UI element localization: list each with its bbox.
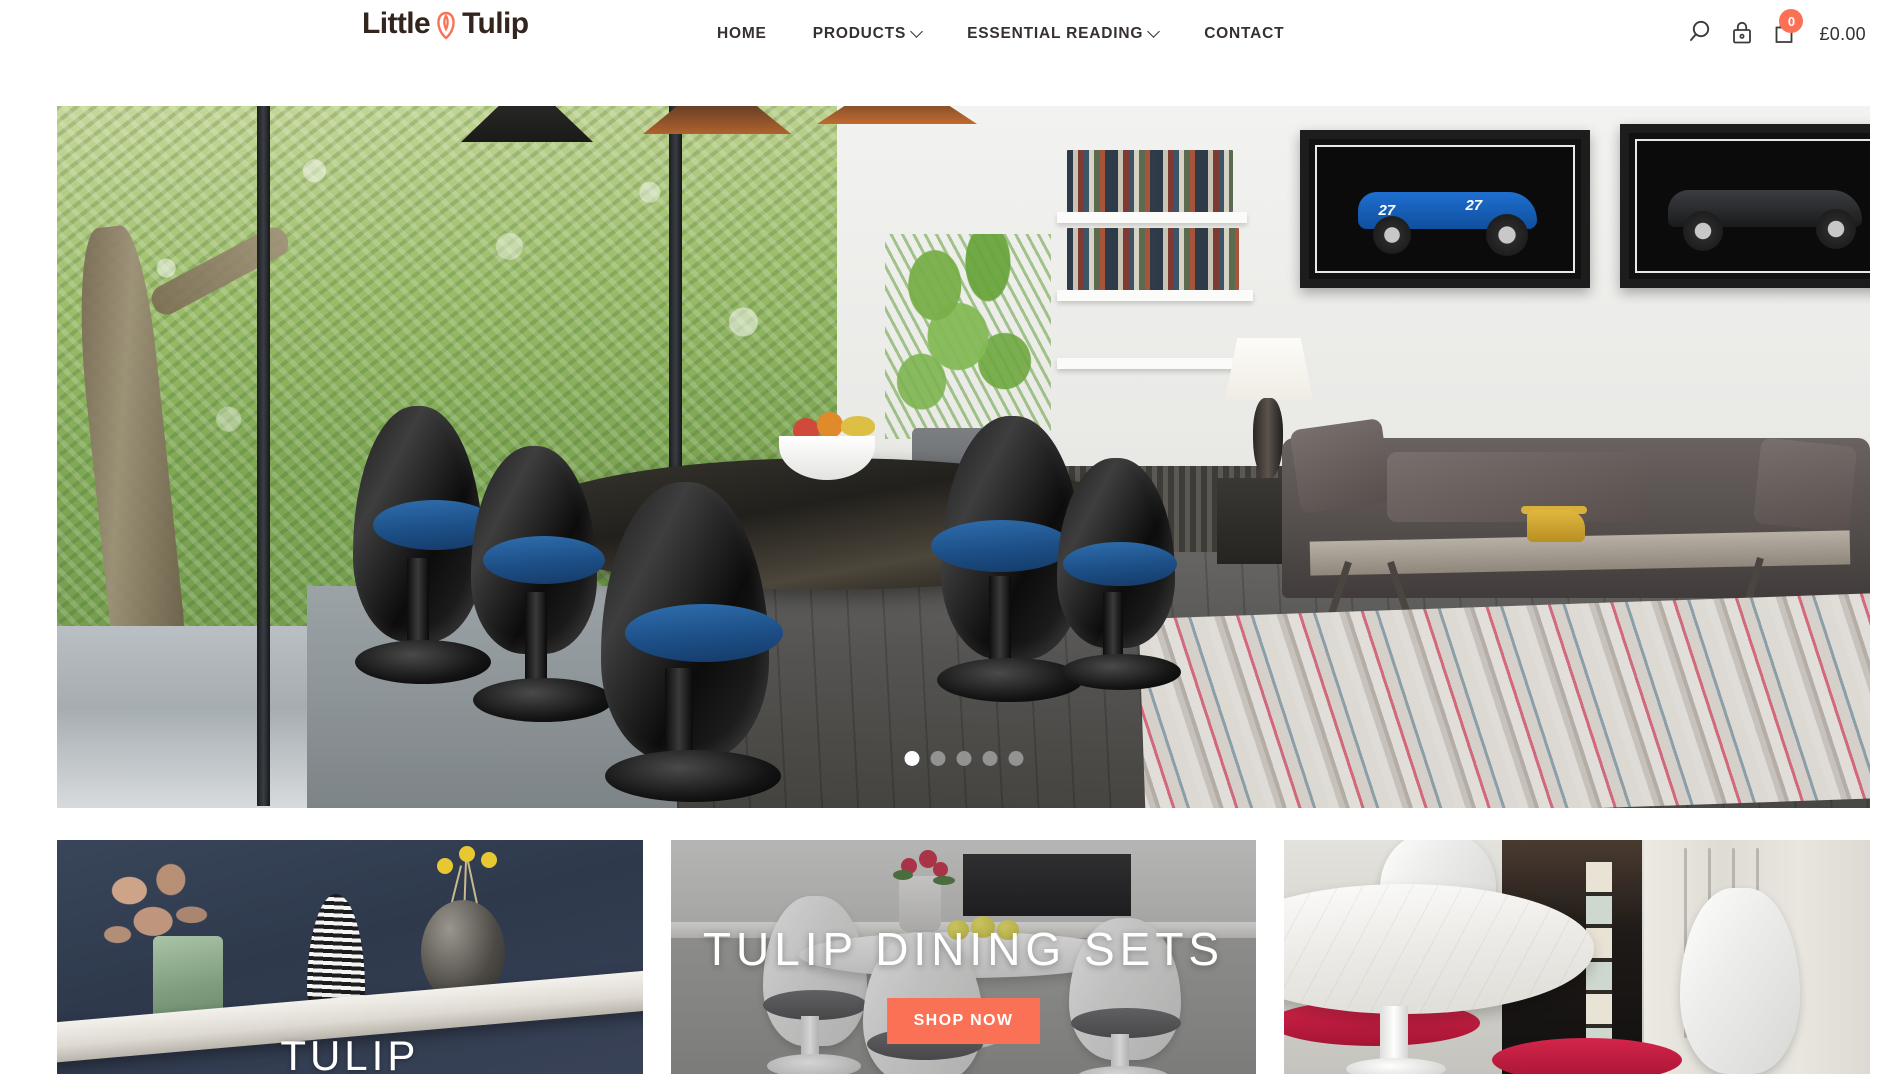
chevron-down-icon <box>1147 24 1161 38</box>
hero-slide-image: 27 27 <box>57 106 1870 808</box>
table-lamp-base <box>1253 398 1283 480</box>
carousel-dot-4[interactable] <box>982 751 997 766</box>
chair-base <box>605 750 781 802</box>
nav-label-home: HOME <box>717 25 767 42</box>
flower-head <box>459 846 475 862</box>
red-cushion <box>1492 1038 1683 1074</box>
table-lamp-shade <box>1225 338 1313 400</box>
promo-card-marble-tables[interactable] <box>1284 840 1871 1074</box>
framed-picture-blue-car: 27 27 <box>1300 130 1590 288</box>
flower-head <box>437 858 453 874</box>
chair-stem <box>1103 592 1123 662</box>
chair-cushion <box>625 604 783 662</box>
hero-carousel[interactable]: 27 27 <box>57 106 1870 808</box>
header-tools: 0 £0.00 <box>1679 0 1870 68</box>
account-login-button[interactable] <box>1721 0 1763 68</box>
bamboo-plant <box>885 234 1051 439</box>
car-wheel <box>1373 216 1412 255</box>
toy-plane <box>1527 510 1585 542</box>
search-icon <box>1688 19 1713 49</box>
tulip-icon <box>433 9 459 41</box>
fruit-orange <box>817 412 843 438</box>
car-wheel <box>1485 213 1528 256</box>
fruit-banana <box>841 416 875 436</box>
sofa-cushion <box>1752 437 1858 533</box>
site-header: Little Tulip HOME PRODUCTS ESSENTIAL REA… <box>0 0 1896 68</box>
padlock-icon <box>1730 19 1754 50</box>
logo-text-before: Little <box>362 7 431 40</box>
white-chair <box>1680 888 1801 1074</box>
nav-item-home[interactable]: HOME <box>694 0 790 68</box>
wall-shelf <box>1057 290 1253 301</box>
framed-picture-black-car <box>1620 124 1870 288</box>
car-number: 27 <box>1378 201 1396 219</box>
nav-label-products: PRODUCTS <box>812 25 907 42</box>
chair-base <box>937 658 1083 702</box>
sofa-cushion <box>1387 452 1647 522</box>
books-row <box>1067 228 1239 290</box>
search-button[interactable] <box>1679 0 1721 68</box>
chair-stem <box>989 576 1011 668</box>
nav-item-essential-reading[interactable]: ESSENTIAL READING <box>944 0 1181 68</box>
chair-cushion <box>931 520 1071 572</box>
chair-stem <box>525 592 547 688</box>
carousel-dot-5[interactable] <box>1008 751 1023 766</box>
nav-label-contact: CONTACT <box>1204 25 1285 42</box>
pendant-lamp <box>817 106 977 124</box>
striped-rug <box>1138 593 1870 808</box>
chair-base <box>355 640 491 684</box>
cart-total-amount[interactable]: £0.00 <box>1819 24 1866 45</box>
nav-label-essential-reading: ESSENTIAL READING <box>967 25 1144 42</box>
logo-text-after: Tulip <box>462 7 529 40</box>
chair-stem <box>407 558 429 650</box>
car-number: 27 <box>1465 196 1483 214</box>
chair-cushion <box>1063 542 1177 586</box>
chair-cushion <box>483 536 605 584</box>
cart-button[interactable]: 0 <box>1763 0 1805 68</box>
shop-now-button[interactable]: SHOP NOW <box>886 998 1041 1044</box>
carousel-dot-1[interactable] <box>904 751 919 766</box>
main-navigation: HOME PRODUCTS ESSENTIAL READING CONTACT <box>694 0 1307 68</box>
wall-shelf <box>1057 212 1247 223</box>
flower-head <box>481 852 497 868</box>
table-base <box>1346 1058 1447 1074</box>
carousel-dot-3[interactable] <box>956 751 971 766</box>
carousel-dots <box>904 751 1023 766</box>
car-wheel <box>1683 211 1724 252</box>
nav-item-contact[interactable]: CONTACT <box>1181 0 1307 68</box>
window-mullion <box>257 106 270 806</box>
wall-shelf <box>1057 358 1257 369</box>
chair-base <box>473 678 613 722</box>
site-logo[interactable]: Little Tulip <box>362 7 529 41</box>
car-wheel <box>1816 208 1857 249</box>
promo-cards-row: TULIP TULIP DINING SETS SHOP NOW <box>57 840 1871 1074</box>
promo-card-accessories[interactable]: TULIP <box>57 840 643 1074</box>
nav-item-products[interactable]: PRODUCTS <box>790 0 944 68</box>
cart-count-badge: 0 <box>1779 9 1804 33</box>
chevron-down-icon <box>910 24 923 38</box>
carousel-dot-2[interactable] <box>930 751 945 766</box>
books-row <box>1067 150 1233 212</box>
sofa-cushion <box>1289 418 1393 514</box>
chair-base <box>1061 654 1181 690</box>
promo-card-dining-sets[interactable]: TULIP DINING SETS SHOP NOW <box>670 840 1257 1074</box>
